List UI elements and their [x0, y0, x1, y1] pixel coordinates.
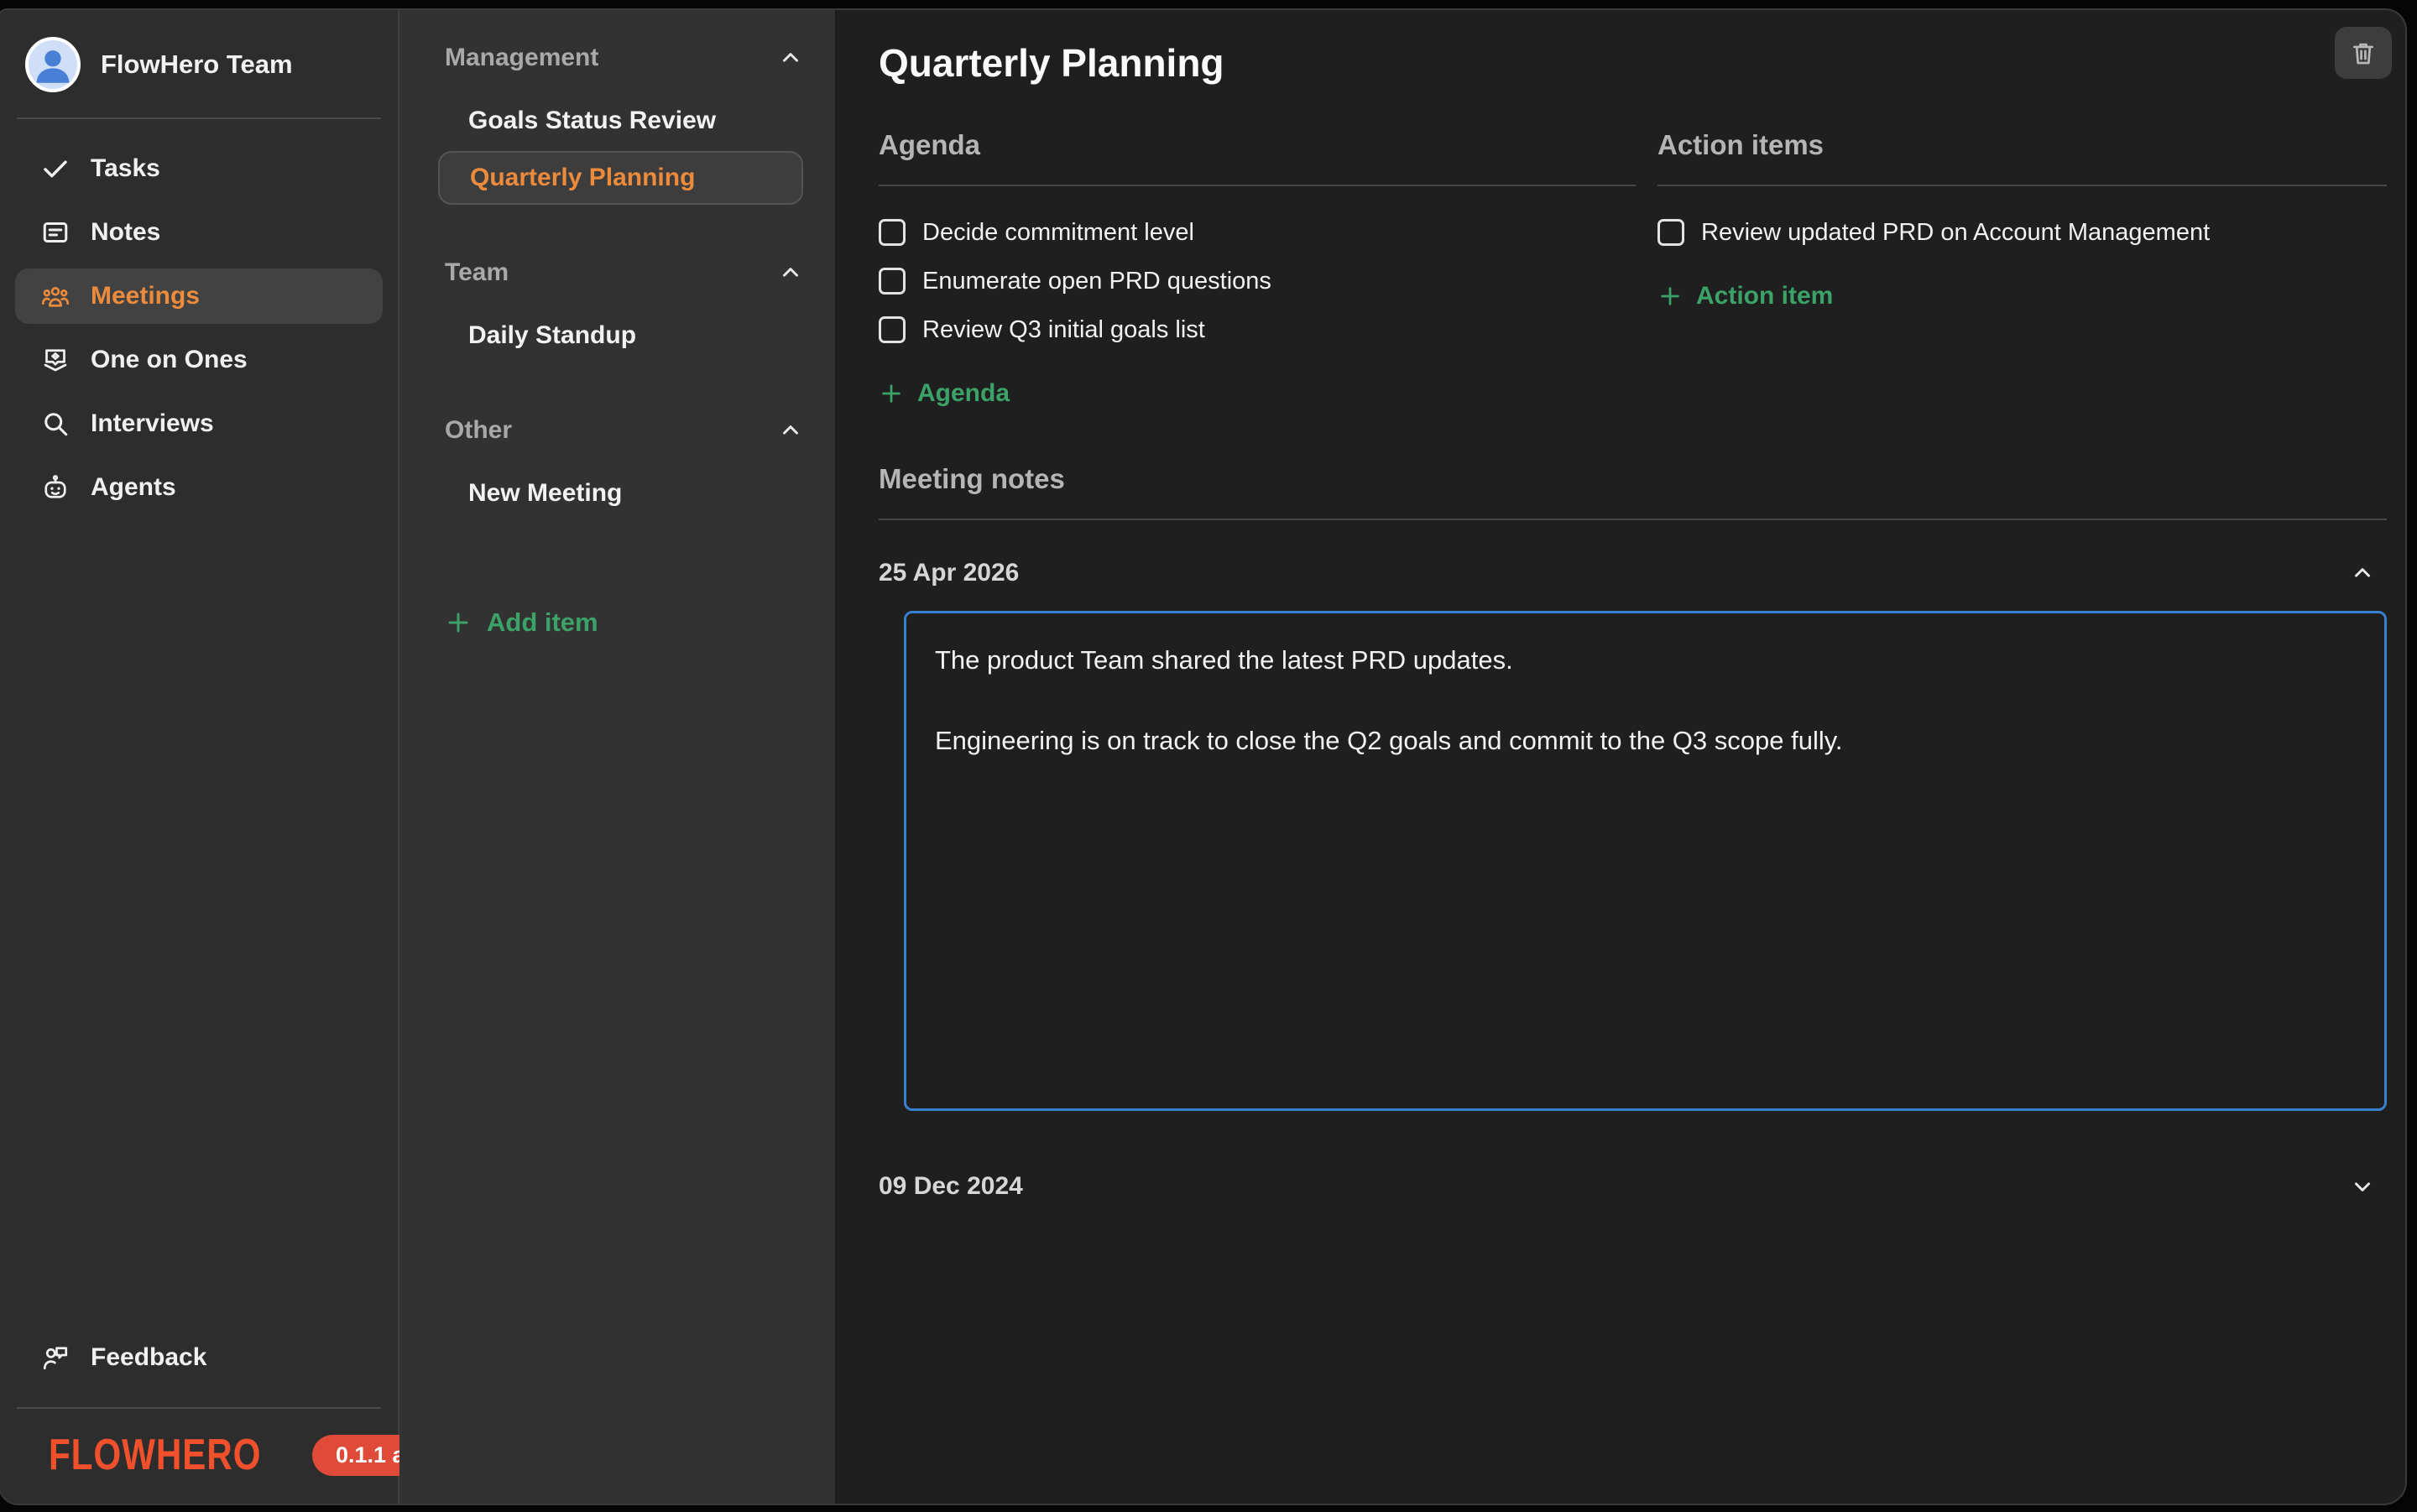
checkbox-unchecked[interactable] [1657, 219, 1684, 246]
chevron-up-icon [778, 418, 803, 443]
team-name: FlowHero Team [101, 50, 293, 80]
add-action-item-button[interactable]: Action item [1657, 282, 2387, 310]
check-icon [40, 154, 70, 184]
sidebar-item-meetings[interactable]: Meetings [15, 269, 383, 324]
section-management-header[interactable]: Management [445, 44, 803, 72]
trash-icon [2349, 39, 2378, 67]
sidebar-divider [17, 117, 381, 119]
team-switcher[interactable]: FlowHero Team [15, 32, 383, 117]
one-on-ones-icon [40, 345, 70, 375]
sidebar-item-label: Interviews [91, 409, 214, 438]
sidebar-item-interviews[interactable]: Interviews [15, 396, 383, 451]
sidebar-item-label: Agents [91, 473, 176, 502]
add-agenda-button[interactable]: Agenda [879, 379, 1636, 408]
delete-meeting-button[interactable] [2335, 27, 2392, 79]
chevron-down-icon [2350, 1174, 2375, 1199]
main-content: Quarterly Planning Agenda Decide commitm… [837, 10, 2405, 1504]
add-item-button[interactable]: Add item [445, 607, 803, 638]
sidebar-item-tasks[interactable]: Tasks [15, 141, 383, 196]
search-icon [40, 409, 70, 439]
robot-icon [40, 472, 70, 503]
sidebar-item-label: Notes [91, 218, 160, 247]
agenda-item-label: Review Q3 initial goals list [922, 316, 1205, 344]
section-title: Team [445, 258, 509, 287]
sidebar-bottom-divider [17, 1407, 381, 1409]
agenda-section: Agenda Decide commitment level Enumerate… [879, 129, 1636, 408]
chevron-up-icon [778, 260, 803, 285]
agenda-checklist: Decide commitment level Enumerate open P… [879, 208, 1636, 354]
agenda-heading: Agenda [879, 129, 1636, 186]
action-items-heading: Action items [1657, 129, 2387, 186]
sidebar-item-one-on-ones[interactable]: One on Ones [15, 332, 383, 388]
plus-icon [445, 609, 472, 636]
section-other: Other New Meeting [445, 416, 803, 524]
agenda-action-columns: Agenda Decide commitment level Enumerate… [879, 129, 2387, 408]
action-items-section: Action items Review updated PRD on Accou… [1657, 129, 2387, 408]
section-team: Team Daily Standup [445, 258, 803, 366]
meetings-list-panel: Management Goals Status Review Quarterly… [399, 10, 837, 1504]
sidebar-spacer [15, 515, 383, 1330]
action-item[interactable]: Review updated PRD on Account Management [1657, 208, 2387, 257]
team-avatar [25, 37, 81, 92]
meeting-item-goals-status-review[interactable]: Goals Status Review [438, 94, 803, 148]
avatar-person-icon [29, 40, 77, 89]
section-management: Management Goals Status Review Quarterly… [445, 44, 803, 208]
chevron-up-icon [2350, 560, 2375, 586]
page-title: Quarterly Planning [879, 40, 2387, 86]
agenda-item[interactable]: Review Q3 initial goals list [879, 305, 1636, 354]
agenda-item[interactable]: Decide commitment level [879, 208, 1636, 257]
sidebar-item-notes[interactable]: Notes [15, 205, 383, 260]
meeting-notes-heading: Meeting notes [879, 463, 2387, 520]
sidebar-item-agents[interactable]: Agents [15, 460, 383, 515]
meetings-icon [40, 281, 70, 311]
section-team-header[interactable]: Team [445, 258, 803, 287]
note-entry-date: 09 Dec 2024 [879, 1172, 1023, 1201]
note-entry-header-expanded[interactable]: 25 Apr 2026 [879, 559, 2387, 587]
meeting-item-daily-standup[interactable]: Daily Standup [438, 309, 803, 362]
action-item-label: Review updated PRD on Account Management [1701, 219, 2210, 247]
chevron-up-icon [778, 45, 803, 70]
note-entry-header-collapsed[interactable]: 09 Dec 2024 [879, 1172, 2387, 1201]
sidebar-item-label: Meetings [91, 282, 200, 310]
plus-icon [879, 381, 904, 406]
add-action-item-label: Action item [1696, 282, 1833, 310]
plus-icon [1657, 284, 1683, 309]
meeting-item-quarterly-planning[interactable]: Quarterly Planning [438, 151, 803, 205]
meeting-item-new-meeting[interactable]: New Meeting [438, 467, 803, 520]
action-items-checklist: Review updated PRD on Account Management [1657, 208, 2387, 257]
flowhero-logo: FlowHero [49, 1431, 261, 1480]
agenda-item-label: Enumerate open PRD questions [922, 268, 1271, 295]
sidebar-item-label: One on Ones [91, 346, 248, 374]
app-window: FlowHero Team Tasks Notes [0, 8, 2407, 1505]
section-title: Other [445, 416, 512, 445]
sidebar-item-label: Tasks [91, 154, 160, 183]
add-agenda-label: Agenda [917, 379, 1010, 408]
agenda-item[interactable]: Enumerate open PRD questions [879, 257, 1636, 305]
sidebar: FlowHero Team Tasks Notes [0, 10, 399, 1504]
section-other-header[interactable]: Other [445, 416, 803, 445]
feedback-label: Feedback [91, 1343, 206, 1372]
note-editor[interactable]: The product Team shared the latest PRD u… [904, 611, 2387, 1111]
feedback-icon [40, 1343, 70, 1373]
section-title: Management [445, 44, 598, 72]
notes-icon [40, 217, 70, 248]
checkbox-unchecked[interactable] [879, 219, 906, 246]
sidebar-nav: Tasks Notes Meetings [15, 141, 383, 515]
note-editor-wrap: The product Team shared the latest PRD u… [879, 611, 2387, 1115]
feedback-button[interactable]: Feedback [15, 1330, 383, 1385]
checkbox-unchecked[interactable] [879, 268, 906, 295]
note-entry-date: 25 Apr 2026 [879, 559, 1019, 587]
brand-row: FlowHero 0.1.1 alpha [15, 1432, 383, 1478]
add-item-label: Add item [487, 607, 598, 638]
meeting-notes-section: Meeting notes 25 Apr 2026 The product Te… [879, 463, 2387, 1201]
checkbox-unchecked[interactable] [879, 316, 906, 343]
agenda-item-label: Decide commitment level [922, 219, 1194, 247]
